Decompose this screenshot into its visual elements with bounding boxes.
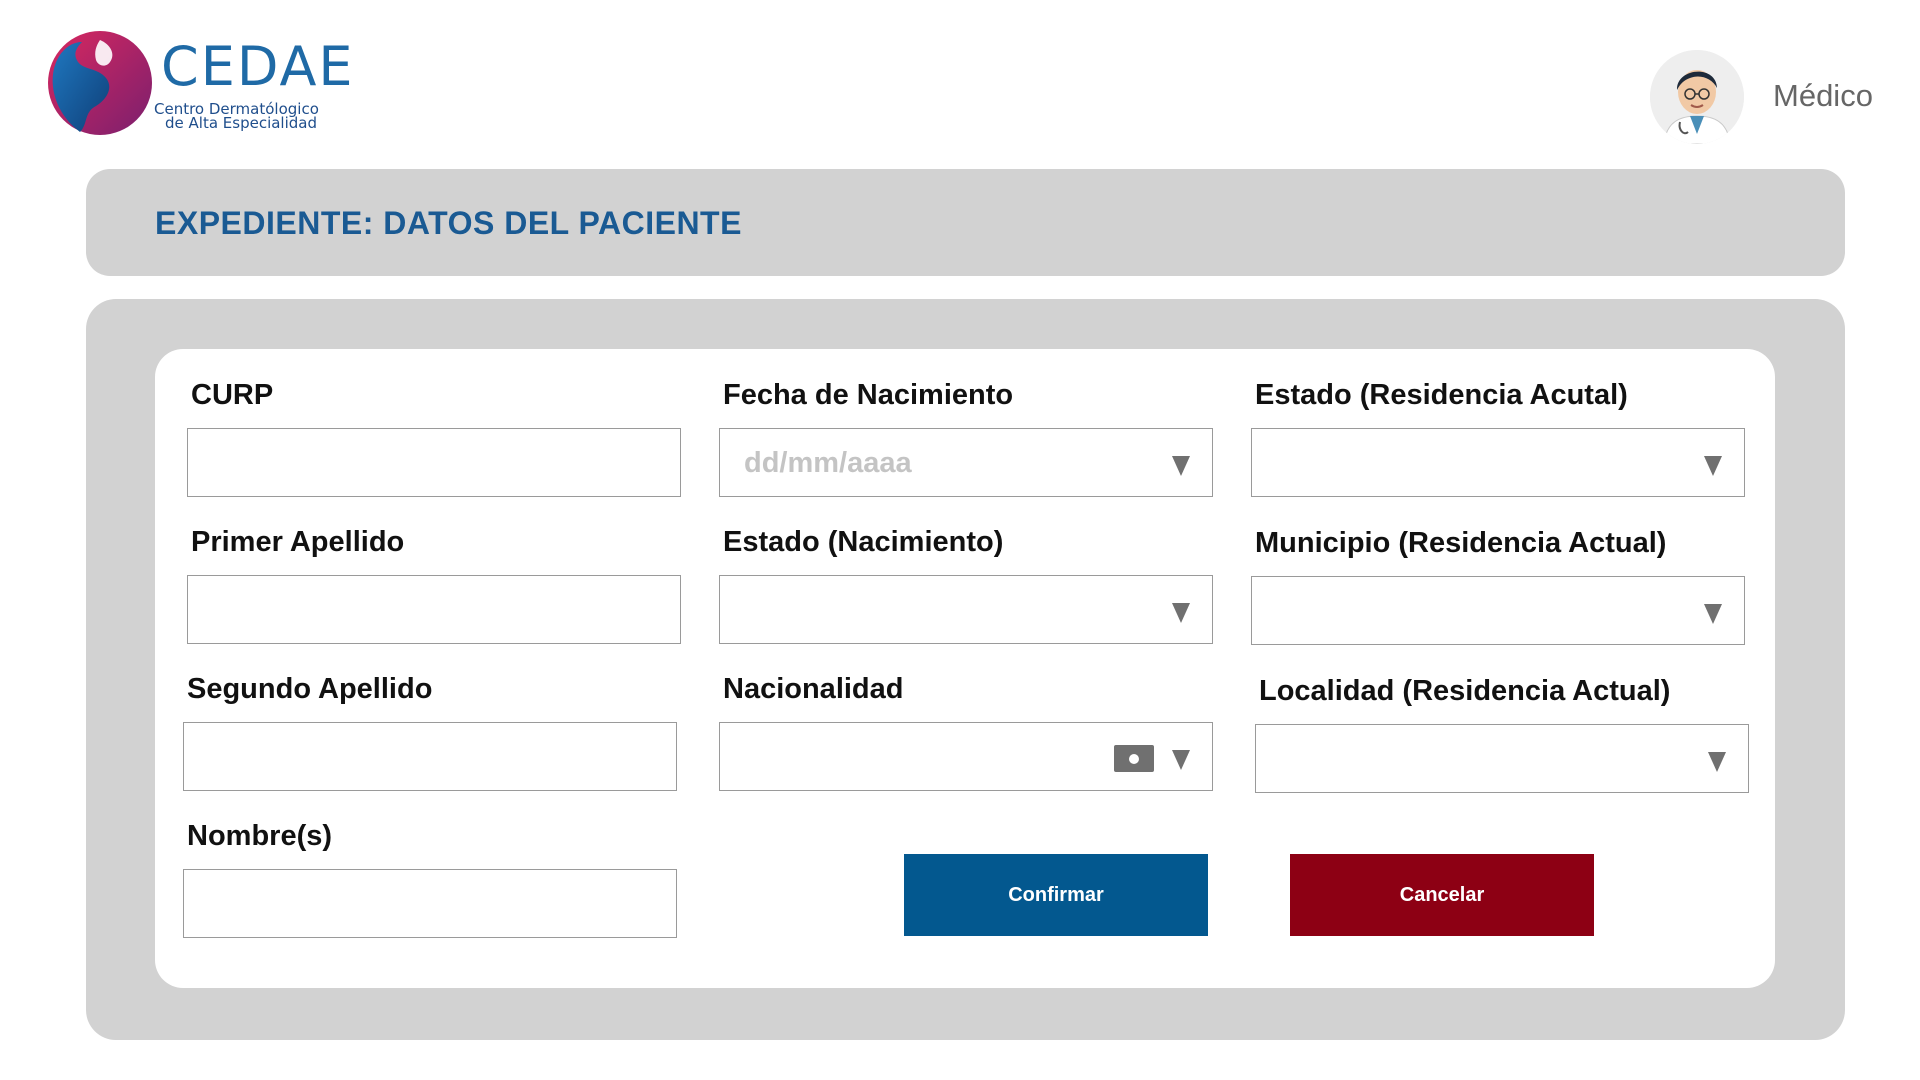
user-role-label: Médico	[1773, 78, 1873, 113]
cancel-button[interactable]: Cancelar	[1290, 854, 1594, 936]
municipio-residencia-label: Municipio (Residencia Actual)	[1255, 527, 1667, 559]
doctor-avatar-icon[interactable]	[1650, 50, 1744, 144]
patient-form-panel: CURP Primer Apellido Segundo Apellido No…	[86, 299, 1845, 1040]
chevron-down-icon[interactable]	[1172, 603, 1190, 623]
page-title: EXPEDIENTE: DATOS DEL PACIENTE	[155, 205, 742, 241]
nombres-label: Nombre(s)	[187, 820, 333, 852]
estado-nacimiento-label: Estado (Nacimiento)	[723, 526, 1004, 558]
estado-residencia-label: Estado (Residencia Acutal)	[1255, 379, 1628, 411]
avatar-illustration-icon	[1650, 50, 1744, 144]
page-title-panel: EXPEDIENTE: DATOS DEL PACIENTE	[86, 169, 1845, 276]
segundo-apellido-label: Segundo Apellido	[187, 673, 433, 705]
chevron-down-icon[interactable]	[1704, 604, 1722, 624]
nacionalidad-select[interactable]	[719, 722, 1213, 791]
municipio-residencia-select[interactable]	[1251, 576, 1745, 645]
chevron-down-icon[interactable]	[1704, 456, 1722, 476]
chevron-down-icon[interactable]	[1172, 456, 1190, 476]
estado-nacimiento-select[interactable]	[719, 575, 1213, 644]
logo-subtitle-line2: de Alta Especialidad	[165, 114, 318, 132]
cedae-logo: CEDAE Centro Dermatólogico de Alta Espec…	[44, 28, 353, 138]
confirm-button[interactable]: Confirmar	[904, 854, 1208, 936]
patient-form-card: CURP Primer Apellido Segundo Apellido No…	[155, 349, 1775, 988]
curp-label: CURP	[191, 379, 274, 411]
primer-apellido-input[interactable]	[187, 575, 681, 644]
fecha-nacimiento-input[interactable]: dd/mm/aaaa	[719, 428, 1213, 497]
nombres-input[interactable]	[183, 869, 677, 938]
segundo-apellido-input[interactable]	[183, 722, 677, 791]
chevron-down-icon[interactable]	[1172, 750, 1190, 770]
cedae-logo-mark-icon	[48, 31, 152, 135]
fecha-nacimiento-placeholder: dd/mm/aaaa	[744, 447, 912, 479]
chevron-down-icon[interactable]	[1708, 752, 1726, 772]
nacionalidad-label: Nacionalidad	[723, 673, 904, 705]
toggle-icon[interactable]	[1114, 745, 1154, 772]
localidad-residencia-label: Localidad (Residencia Actual)	[1259, 675, 1671, 707]
fecha-nacimiento-label: Fecha de Nacimiento	[723, 379, 1014, 411]
primer-apellido-label: Primer Apellido	[191, 526, 405, 558]
estado-residencia-select[interactable]	[1251, 428, 1745, 497]
localidad-residencia-select[interactable]	[1255, 724, 1749, 793]
logo-name: CEDAE	[161, 35, 355, 98]
curp-input[interactable]	[187, 428, 681, 497]
